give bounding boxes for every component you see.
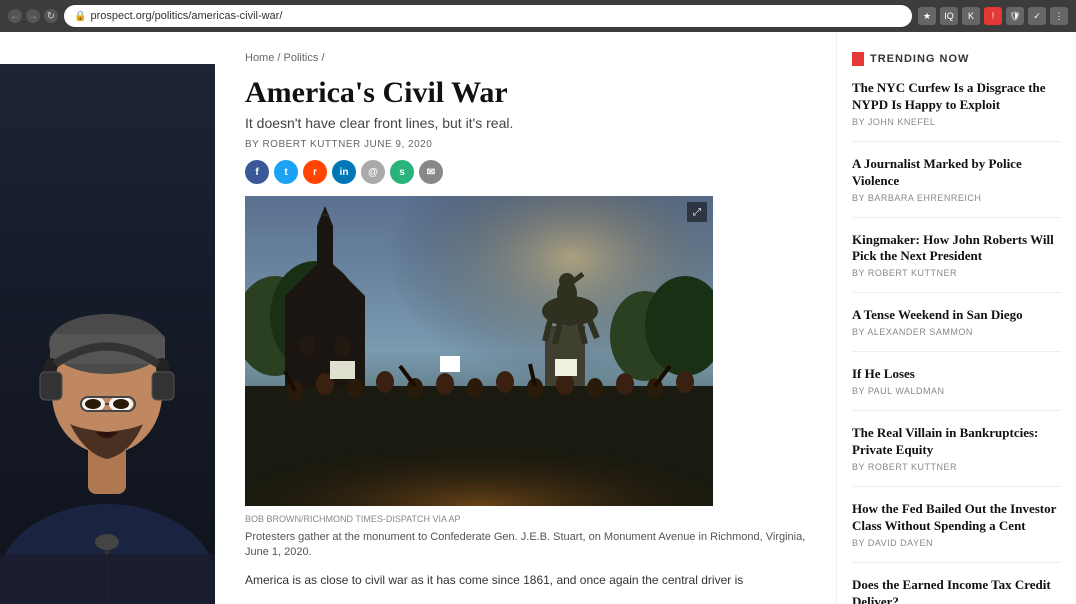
article-byline: BY ROBERT KUTTNER JUNE 9, 2020	[245, 139, 806, 150]
extension-4[interactable]: ✓	[1028, 7, 1046, 25]
address-bar[interactable]: 🔒 prospect.org/politics/americas-civil-w…	[64, 5, 912, 27]
breadcrumb: Home / Politics /	[245, 52, 806, 64]
breadcrumb-sep2: /	[321, 52, 324, 64]
reddit-share-button[interactable]: r	[303, 160, 327, 184]
twitter-share-button[interactable]: t	[274, 160, 298, 184]
trending-item-1: A Journalist Marked by Police Violence B…	[852, 156, 1061, 218]
trending-item-title-1[interactable]: A Journalist Marked by Police Violence	[852, 156, 1061, 190]
trending-item-4: If He Loses BY PAUL WALDMAN	[852, 366, 1061, 411]
trending-byline-0: BY JOHN KNEFEL	[852, 117, 1061, 127]
browser-actions: ★ IQ K ! 🛡 ✓ ⋮	[918, 7, 1068, 25]
extension-2[interactable]: !	[984, 7, 1002, 25]
trending-item-title-5[interactable]: The Real Villain in Bankruptcies: Privat…	[852, 425, 1061, 459]
trending-item-title-6[interactable]: How the Fed Bailed Out the Investor Clas…	[852, 501, 1061, 535]
url-text: prospect.org/politics/americas-civil-war…	[90, 10, 282, 22]
trending-item-title-7[interactable]: Does the Earned Income Tax Credit Delive…	[852, 577, 1061, 604]
webcam-video	[0, 64, 215, 604]
protest-image-svg	[245, 196, 713, 506]
trending-byline-3: BY ALEXANDER SAMMON	[852, 327, 1061, 337]
bookmark-button[interactable]: ★	[918, 7, 936, 25]
trending-item-3: A Tense Weekend in San Diego BY ALEXANDE…	[852, 307, 1061, 352]
article-area: Home / Politics / America's Civil War It…	[215, 32, 836, 604]
linkedin-share-button[interactable]: in	[332, 160, 356, 184]
article-title: America's Civil War	[245, 76, 806, 109]
article-image: ⤢	[245, 196, 713, 506]
trending-byline-1: BY BARBARA EHRENREICH	[852, 193, 1061, 203]
expand-icon[interactable]: ⤢	[687, 202, 707, 222]
trending-byline-2: BY ROBERT KUTTNER	[852, 268, 1061, 278]
trending-byline-6: BY DAVID DAYEN	[852, 538, 1061, 548]
article-subtitle: It doesn't have clear front lines, but i…	[245, 115, 806, 131]
trending-item-5: The Real Villain in Bankruptcies: Privat…	[852, 425, 1061, 487]
breadcrumb-politics[interactable]: Politics	[284, 52, 319, 64]
webcam-overlay: @TIMCAST	[0, 64, 215, 604]
forward-button[interactable]: →	[26, 9, 40, 23]
image-caption: Protesters gather at the monument to Con…	[245, 530, 806, 561]
menu-button[interactable]: ⋮	[1050, 7, 1068, 25]
photo-credit: BOB BROWN/RICHMOND TIMES-DISPATCH VIA AP	[245, 514, 806, 524]
sms-share-button[interactable]: s	[390, 160, 414, 184]
trending-byline-4: BY PAUL WALDMAN	[852, 386, 1061, 396]
browser-controls: ← → ↻	[8, 9, 58, 23]
trending-header: TRENDING NOW	[852, 52, 1061, 66]
trending-item-0: The NYC Curfew Is a Disgrace the NYPD Is…	[852, 80, 1061, 142]
extension-1[interactable]: K	[962, 7, 980, 25]
breadcrumb-home[interactable]: Home	[245, 52, 274, 64]
trending-bar-icon	[852, 52, 864, 66]
trending-item-title-4[interactable]: If He Loses	[852, 366, 1061, 383]
social-share-bar: f t r in @ s ✉	[245, 160, 806, 184]
browser-chrome: ← → ↻ 🔒 prospect.org/politics/americas-c…	[0, 0, 1076, 32]
sidebar: TRENDING NOW The NYC Curfew Is a Disgrac…	[836, 32, 1076, 604]
trending-title: TRENDING NOW	[870, 53, 969, 65]
email-share-button[interactable]: @	[361, 160, 385, 184]
extension-3[interactable]: 🛡	[1006, 7, 1024, 25]
iq-button[interactable]: IQ	[940, 7, 958, 25]
trending-item-title-2[interactable]: Kingmaker: How John Roberts Will Pick th…	[852, 232, 1061, 266]
mail-share-button[interactable]: ✉	[419, 160, 443, 184]
trending-item-title-0[interactable]: The NYC Curfew Is a Disgrace the NYPD Is…	[852, 80, 1061, 114]
trending-item-title-3[interactable]: A Tense Weekend in San Diego	[852, 307, 1061, 324]
trending-item-7: Does the Earned Income Tax Credit Delive…	[852, 577, 1061, 604]
article-body: America is as close to civil war as it h…	[245, 571, 806, 589]
trending-item-2: Kingmaker: How John Roberts Will Pick th…	[852, 232, 1061, 294]
trending-item-6: How the Fed Bailed Out the Investor Clas…	[852, 501, 1061, 563]
trending-byline-5: BY ROBERT KUTTNER	[852, 462, 1061, 472]
back-button[interactable]: ←	[8, 9, 22, 23]
lock-icon: 🔒	[74, 11, 86, 22]
facebook-share-button[interactable]: f	[245, 160, 269, 184]
refresh-button[interactable]: ↻	[44, 9, 58, 23]
